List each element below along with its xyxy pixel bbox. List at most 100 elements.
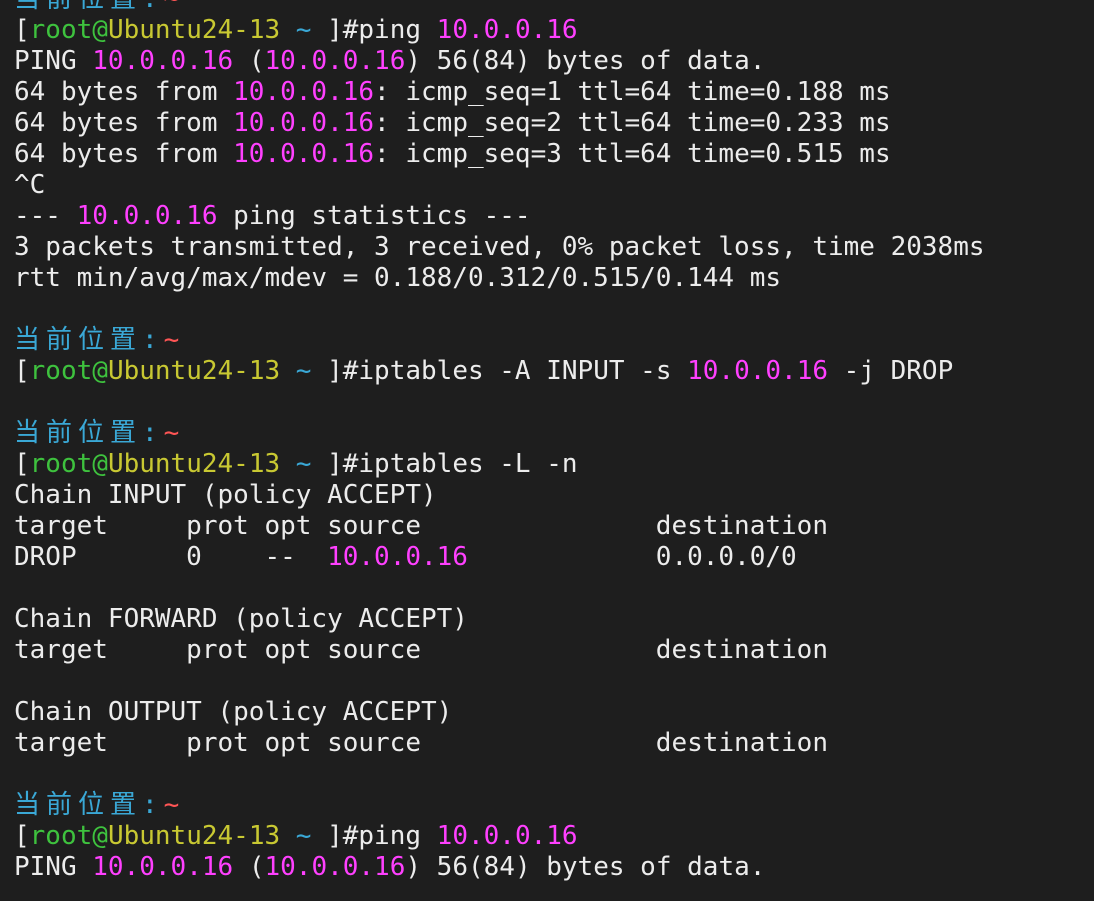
terminal-line: 64 bytes from 10.0.0.16: icmp_seq=3 ttl=… bbox=[14, 139, 985, 170]
terminal-text-segment: ]#iptables -A INPUT -s bbox=[327, 356, 688, 386]
terminal-line: [root@Ubuntu24-13 ~ ]#ping 10.0.0.16 bbox=[14, 821, 985, 852]
terminal-text-segment: Ubuntu24-13 bbox=[107, 356, 281, 386]
terminal-text-segment: ) 56(84) bytes of data. bbox=[405, 46, 766, 76]
terminal-line: 3 packets transmitted, 3 received, 0% pa… bbox=[14, 232, 985, 263]
terminal-text-segment: target prot opt source destination bbox=[14, 728, 828, 758]
terminal-text-segment: @ bbox=[92, 449, 108, 479]
terminal-text-segment: ^C bbox=[14, 170, 46, 200]
terminal-text-segment: ]#iptables -L -n bbox=[327, 449, 578, 479]
terminal-text-segment: PING bbox=[14, 852, 93, 882]
terminal-line: [root@Ubuntu24-13 ~ ]#iptables -A INPUT … bbox=[14, 356, 985, 387]
terminal-text-segment: ~ bbox=[280, 356, 328, 386]
terminal-text-segment: Ubuntu24-13 bbox=[107, 15, 281, 45]
terminal-text-segment: ~ bbox=[280, 15, 328, 45]
terminal-text-segment: ]#ping bbox=[327, 15, 437, 45]
terminal-text-segment: ( bbox=[233, 852, 265, 882]
terminal-text-segment: ~ bbox=[280, 821, 328, 851]
terminal-text-segment: ) 56(84) bytes of data. bbox=[405, 852, 766, 882]
terminal-text-segment: 10.0.0.16 bbox=[76, 201, 218, 231]
terminal-text-segment: 当前位置: bbox=[14, 790, 164, 820]
terminal-line: 当前位置:~ bbox=[14, 325, 985, 356]
terminal-line: PING 10.0.0.16 (10.0.0.16) 56(84) bytes … bbox=[14, 852, 985, 883]
terminal-text-segment: 当前位置: bbox=[14, 418, 164, 448]
terminal-text-segment: ]#ping bbox=[327, 821, 437, 851]
terminal-output: 当前位置:~[root@Ubuntu24-13 ~ ]#ping 10.0.0.… bbox=[14, 0, 985, 883]
terminal-line: [root@Ubuntu24-13 ~ ]#ping 10.0.0.16 bbox=[14, 15, 985, 46]
terminal-line: 64 bytes from 10.0.0.16: icmp_seq=1 ttl=… bbox=[14, 77, 985, 108]
terminal-text-segment: ( bbox=[233, 46, 265, 76]
terminal-text-segment: 10.0.0.16 bbox=[233, 77, 375, 107]
terminal-text-segment: Chain FORWARD (policy ACCEPT) bbox=[14, 604, 468, 634]
terminal-line: 当前位置:~ bbox=[14, 418, 985, 449]
terminal-text-segment: PING bbox=[14, 46, 93, 76]
terminal-text-segment: ~ bbox=[280, 449, 328, 479]
terminal-text-segment: ~ bbox=[163, 790, 180, 820]
terminal-text-segment: 64 bytes from bbox=[14, 108, 234, 138]
terminal-line: rtt min/avg/max/mdev = 0.188/0.312/0.515… bbox=[14, 263, 985, 294]
terminal-text-segment: @ bbox=[92, 15, 108, 45]
terminal-text-segment: : icmp_seq=1 ttl=64 time=0.188 ms bbox=[374, 77, 891, 107]
terminal-text-segment: 10.0.0.16 bbox=[233, 139, 375, 169]
terminal-text-segment: @ bbox=[92, 356, 108, 386]
terminal-text-segment: 当前位置: bbox=[14, 325, 164, 355]
terminal-text-segment: ~ bbox=[164, 0, 180, 14]
terminal-text-segment: ping statistics --- bbox=[217, 201, 531, 231]
terminal-text-segment: root bbox=[29, 15, 93, 45]
terminal-text-segment: 当前位置: bbox=[14, 0, 164, 14]
terminal-line: ^C bbox=[14, 170, 985, 201]
terminal-line: Chain FORWARD (policy ACCEPT) bbox=[14, 604, 985, 635]
terminal-text-segment: Ubuntu24-13 bbox=[107, 449, 281, 479]
terminal-line: 当前位置:~ bbox=[14, 0, 985, 15]
terminal-text-segment: target prot opt source destination bbox=[14, 511, 828, 541]
terminal-text-segment: Ubuntu24-13 bbox=[107, 821, 281, 851]
terminal-text-segment: DROP 0 -- bbox=[14, 542, 328, 572]
terminal-line: target prot opt source destination bbox=[14, 635, 985, 666]
terminal-text-segment: 10.0.0.16 bbox=[436, 821, 578, 851]
terminal-text-segment: rtt min/avg/max/mdev = 0.188/0.312/0.515… bbox=[14, 263, 782, 293]
terminal-text-segment: target prot opt source destination bbox=[14, 635, 828, 665]
terminal-text-segment: [ bbox=[14, 15, 30, 45]
terminal-text-segment: : icmp_seq=2 ttl=64 time=0.233 ms bbox=[374, 108, 891, 138]
terminal-text-segment: 10.0.0.16 bbox=[92, 46, 234, 76]
terminal-text-segment: 10.0.0.16 bbox=[436, 15, 578, 45]
terminal-text-segment: 10.0.0.16 bbox=[92, 852, 234, 882]
terminal-text-segment: root bbox=[29, 449, 93, 479]
terminal-text-segment: 10.0.0.16 bbox=[264, 46, 406, 76]
terminal-line: 64 bytes from 10.0.0.16: icmp_seq=2 ttl=… bbox=[14, 108, 985, 139]
terminal-text-segment: [ bbox=[14, 821, 30, 851]
terminal-text-segment: 10.0.0.16 bbox=[327, 542, 468, 572]
terminal-line: Chain INPUT (policy ACCEPT) bbox=[14, 480, 985, 511]
terminal-text-segment: 3 packets transmitted, 3 received, 0% pa… bbox=[14, 232, 985, 262]
terminal-text-segment: 10.0.0.16 bbox=[264, 852, 406, 882]
terminal-text-segment: 64 bytes from bbox=[14, 139, 234, 169]
terminal-line: 当前位置:~ bbox=[14, 790, 985, 821]
terminal-text-segment: ~ bbox=[163, 418, 180, 448]
terminal-line: --- 10.0.0.16 ping statistics --- bbox=[14, 201, 985, 232]
terminal-text-segment: [ bbox=[14, 449, 30, 479]
terminal-text-segment: root bbox=[29, 356, 93, 386]
terminal-line: target prot opt source destination bbox=[14, 728, 985, 759]
terminal-text-segment: -j DROP bbox=[828, 356, 954, 386]
terminal-line: Chain OUTPUT (policy ACCEPT) bbox=[14, 697, 985, 728]
terminal-line: DROP 0 -- 10.0.0.16 0.0.0.0/0 bbox=[14, 542, 985, 573]
terminal-text-segment: 64 bytes from bbox=[14, 77, 234, 107]
terminal-text-segment: 10.0.0.16 bbox=[687, 356, 829, 386]
terminal-text-segment: ~ bbox=[163, 325, 180, 355]
terminal-line: target prot opt source destination bbox=[14, 511, 985, 542]
terminal-text-segment: : icmp_seq=3 ttl=64 time=0.515 ms bbox=[374, 139, 891, 169]
terminal-text-segment: 10.0.0.16 bbox=[233, 108, 375, 138]
terminal-line: PING 10.0.0.16 (10.0.0.16) 56(84) bytes … bbox=[14, 46, 985, 77]
terminal-text-segment: 0.0.0.0/0 bbox=[467, 542, 797, 572]
terminal-text-segment: root bbox=[29, 821, 93, 851]
terminal-window[interactable]: 当前位置:~[root@Ubuntu24-13 ~ ]#ping 10.0.0.… bbox=[0, 0, 1094, 901]
terminal-text-segment: [ bbox=[14, 356, 30, 386]
terminal-text-segment: --- bbox=[14, 201, 77, 231]
terminal-text-segment: Chain OUTPUT (policy ACCEPT) bbox=[14, 697, 453, 727]
terminal-text-segment: Chain INPUT (policy ACCEPT) bbox=[14, 480, 437, 510]
terminal-line: [root@Ubuntu24-13 ~ ]#iptables -L -n bbox=[14, 449, 985, 480]
